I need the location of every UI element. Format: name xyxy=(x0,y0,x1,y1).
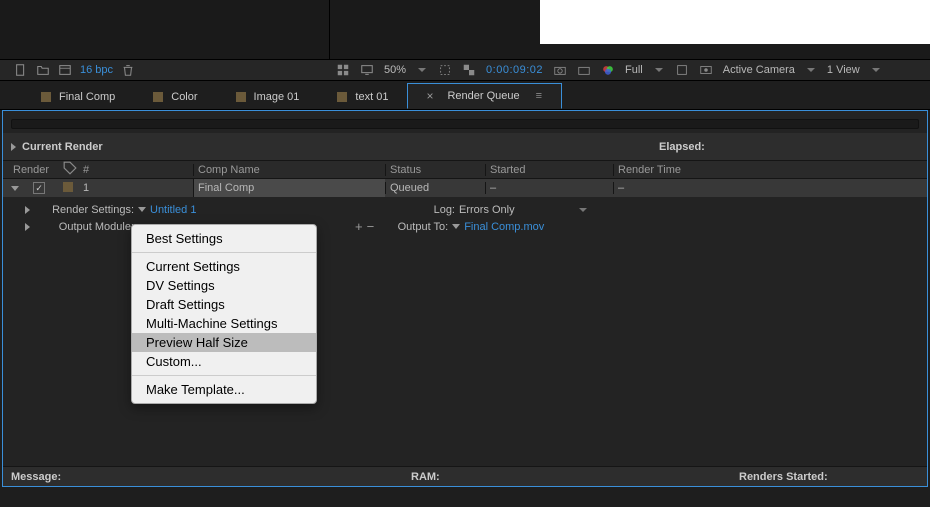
view-dropdown-icon[interactable] xyxy=(872,68,880,72)
trash-icon[interactable] xyxy=(121,63,135,77)
queue-header-row: Render # Comp Name Status Started Render… xyxy=(3,161,927,179)
render-progress-bar xyxy=(11,119,919,129)
remove-output-icon[interactable]: − xyxy=(367,219,375,234)
menu-separator xyxy=(132,252,316,253)
label-color-chip[interactable] xyxy=(63,182,73,192)
elapsed-label: Elapsed: xyxy=(659,141,919,153)
footer-ram: RAM: xyxy=(411,471,739,483)
footer-renders-started: Renders Started: xyxy=(739,471,919,483)
disclosure-triangle-icon[interactable] xyxy=(25,206,30,214)
snapshot-icon[interactable] xyxy=(553,63,567,77)
dropdown-triangle-icon[interactable] xyxy=(138,207,146,212)
menu-item-custom[interactable]: Custom... xyxy=(132,352,316,371)
render-checkbox[interactable]: ✓ xyxy=(33,182,45,194)
tab-label: Color xyxy=(171,91,197,103)
composition-preview xyxy=(330,0,930,61)
col-render[interactable]: Render xyxy=(3,164,63,176)
resolution-dropdown-icon[interactable] xyxy=(655,68,663,72)
menu-item-preview-half-size[interactable]: Preview Half Size xyxy=(132,333,316,352)
project-panel-preview xyxy=(0,0,330,61)
col-render-time[interactable]: Render Time xyxy=(613,164,741,176)
tab-text-01[interactable]: text 01 xyxy=(318,83,407,109)
zoom-level[interactable]: 50% xyxy=(384,64,406,76)
output-module-label: Output Module: xyxy=(34,221,134,233)
log-value[interactable]: Errors Only xyxy=(459,204,515,216)
exposure-icon[interactable] xyxy=(675,63,689,77)
channels-icon[interactable] xyxy=(601,63,615,77)
col-number[interactable]: # xyxy=(83,164,193,176)
camera-dropdown-icon[interactable] xyxy=(807,68,815,72)
menu-item-draft-settings[interactable]: Draft Settings xyxy=(132,295,316,314)
close-icon[interactable]: × xyxy=(426,89,433,103)
current-render-label: Current Render xyxy=(22,141,103,153)
output-to-label: Output To: xyxy=(378,221,448,233)
disclosure-triangle-icon[interactable] xyxy=(25,223,30,231)
folder-icon[interactable] xyxy=(36,63,50,77)
dropdown-triangle-icon[interactable] xyxy=(452,224,460,229)
monitor-icon[interactable] xyxy=(360,63,374,77)
row-comp-name: Final Comp xyxy=(193,179,385,197)
render-settings-menu: Best Settings Current Settings DV Settin… xyxy=(131,224,317,404)
row-started: – xyxy=(485,182,613,194)
composition-canvas xyxy=(540,0,930,44)
region-icon[interactable] xyxy=(438,63,452,77)
tab-label: Image 01 xyxy=(254,91,300,103)
panel-tabs: Final Comp Color Image 01 text 01 × Rend… xyxy=(0,82,930,110)
queue-row[interactable]: ✓ 1 Final Comp Queued – – xyxy=(3,179,927,197)
footer-message: Message: xyxy=(11,471,411,483)
menu-item-dv-settings[interactable]: DV Settings xyxy=(132,276,316,295)
resolution[interactable]: Full xyxy=(625,64,643,76)
transparency-grid-icon[interactable] xyxy=(462,63,476,77)
composition-chip-icon xyxy=(236,92,246,102)
grid-icon[interactable] xyxy=(336,63,350,77)
panel-menu-icon[interactable]: ≡ xyxy=(536,90,543,102)
disclosure-triangle-icon[interactable] xyxy=(11,143,16,151)
tab-final-comp[interactable]: Final Comp xyxy=(22,83,134,109)
composition-chip-icon xyxy=(153,92,163,102)
timecode[interactable]: 0:00:09:02 xyxy=(486,64,543,76)
col-comp-name[interactable]: Comp Name xyxy=(193,164,385,176)
view-select[interactable]: 1 View xyxy=(827,64,860,76)
mask-icon[interactable] xyxy=(699,63,713,77)
output-to-link[interactable]: Final Comp.mov xyxy=(464,221,544,233)
composition-icon[interactable] xyxy=(58,63,72,77)
menu-item-multi-machine[interactable]: Multi-Machine Settings xyxy=(132,314,316,333)
menu-item-current-settings[interactable]: Current Settings xyxy=(132,257,316,276)
zoom-dropdown-icon[interactable] xyxy=(418,68,426,72)
menu-item-make-template[interactable]: Make Template... xyxy=(132,380,316,399)
render-settings-label: Render Settings: xyxy=(34,204,134,216)
tab-label: Render Queue xyxy=(447,90,519,102)
tab-color[interactable]: Color xyxy=(134,83,216,109)
log-dropdown-icon[interactable] xyxy=(579,208,587,212)
tab-label: text 01 xyxy=(355,91,388,103)
composition-chip-icon xyxy=(41,92,51,102)
camera-select[interactable]: Active Camera xyxy=(723,64,795,76)
composition-chip-icon xyxy=(337,92,347,102)
show-snapshot-icon[interactable] xyxy=(577,63,591,77)
menu-separator xyxy=(132,375,316,376)
tab-label: Final Comp xyxy=(59,91,115,103)
col-started[interactable]: Started xyxy=(485,164,613,176)
add-output-icon[interactable]: + xyxy=(355,219,363,234)
col-status[interactable]: Status xyxy=(385,164,485,176)
bit-depth[interactable]: 16 bpc xyxy=(80,64,113,76)
tab-image-01[interactable]: Image 01 xyxy=(217,83,319,109)
row-status: Queued xyxy=(385,182,485,194)
label-icon[interactable] xyxy=(63,161,77,175)
disclosure-triangle-icon[interactable] xyxy=(11,186,19,191)
row-render-time: – xyxy=(613,182,741,194)
log-label: Log: xyxy=(415,204,455,216)
tab-render-queue[interactable]: × Render Queue ≡ xyxy=(407,83,562,109)
menu-item-best-settings[interactable]: Best Settings xyxy=(132,229,316,248)
render-settings-link[interactable]: Untitled 1 xyxy=(150,204,196,216)
row-number: 1 xyxy=(83,182,193,194)
page-icon[interactable] xyxy=(14,63,28,77)
